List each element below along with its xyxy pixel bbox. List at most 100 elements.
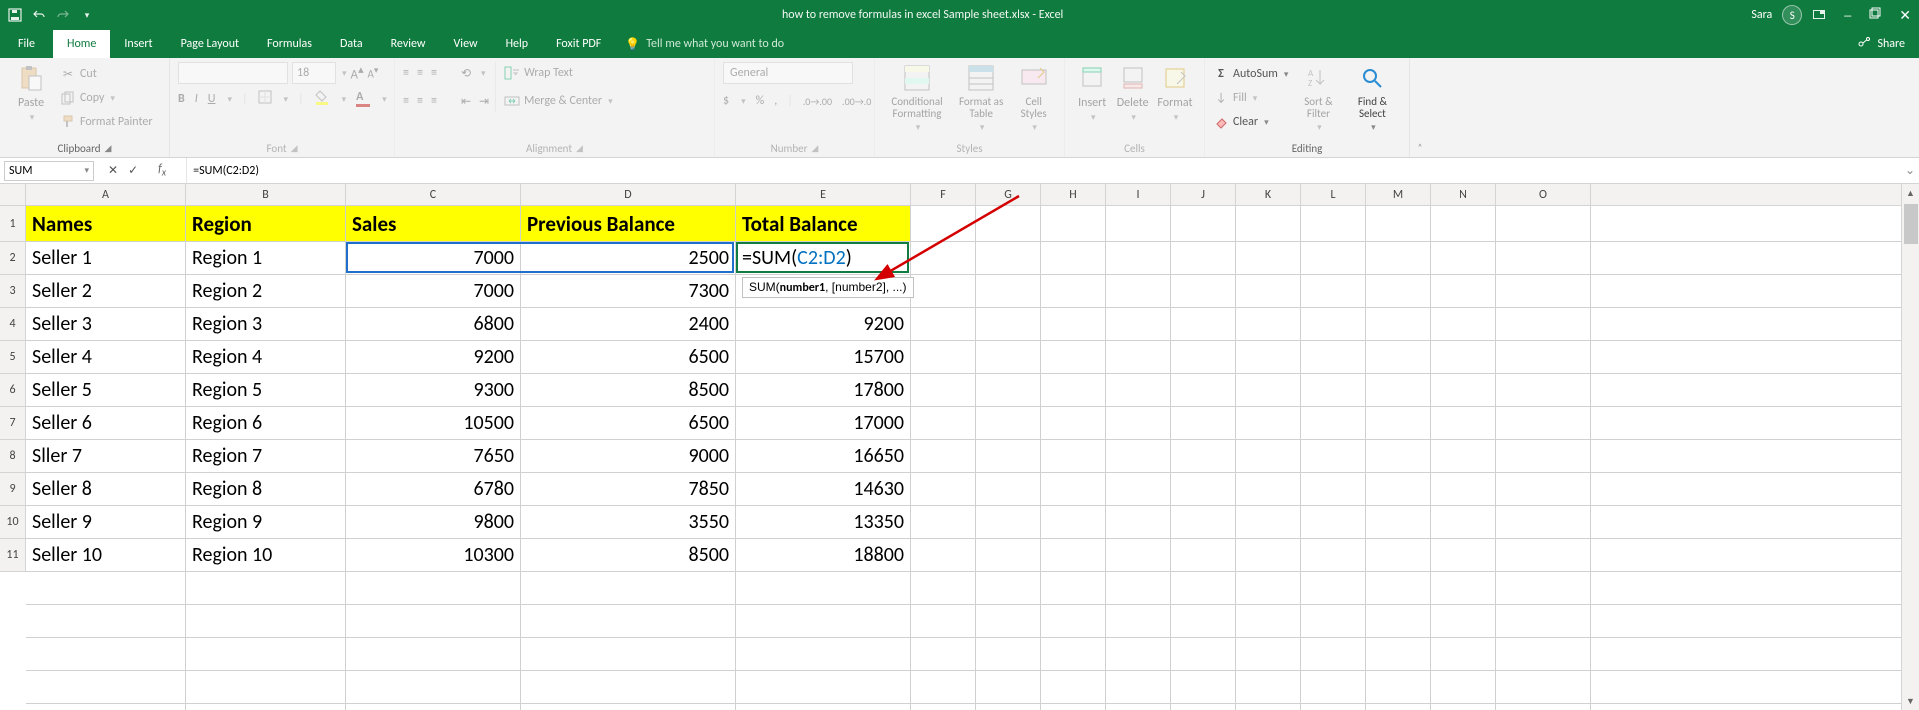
cell[interactable] — [911, 374, 976, 406]
cell[interactable] — [1431, 407, 1496, 439]
fill-button[interactable]: ↓Fill▾ — [1213, 87, 1288, 109]
cell[interactable] — [976, 638, 1041, 670]
cell[interactable] — [1496, 506, 1591, 538]
cell[interactable]: 10300 — [346, 539, 521, 571]
cell[interactable] — [1366, 704, 1431, 710]
cell[interactable] — [521, 572, 736, 604]
cell[interactable] — [976, 572, 1041, 604]
accounting-format-button[interactable]: $ — [723, 94, 729, 108]
cell[interactable] — [1301, 275, 1366, 307]
cell[interactable] — [1041, 242, 1106, 274]
cell[interactable] — [1301, 206, 1366, 241]
cell[interactable] — [1236, 473, 1301, 505]
cell[interactable] — [736, 572, 911, 604]
column-header[interactable]: N — [1431, 184, 1496, 205]
cell[interactable] — [911, 671, 976, 703]
cell[interactable] — [1041, 572, 1106, 604]
cell[interactable] — [1431, 704, 1496, 710]
cell[interactable]: 9200 — [736, 308, 911, 340]
cell[interactable] — [1041, 206, 1106, 241]
column-header[interactable]: L — [1301, 184, 1366, 205]
cell[interactable] — [1236, 506, 1301, 538]
cell[interactable] — [736, 704, 911, 710]
cell[interactable] — [1496, 242, 1591, 274]
cell[interactable] — [521, 704, 736, 710]
cell[interactable] — [1171, 473, 1236, 505]
cell-styles-button[interactable]: Cell Styles▾ — [1011, 62, 1056, 133]
cell[interactable]: 2400 — [521, 308, 736, 340]
tab-home[interactable]: Home — [53, 30, 110, 58]
cell[interactable]: 6500 — [521, 341, 736, 373]
tab-formulas[interactable]: Formulas — [253, 30, 326, 58]
number-dialog-launcher-icon[interactable]: ◢ — [811, 143, 818, 154]
cell[interactable] — [1366, 341, 1431, 373]
row-header[interactable]: 7 — [0, 407, 25, 440]
cell[interactable] — [911, 440, 976, 472]
tab-data[interactable]: Data — [326, 30, 377, 58]
tab-file[interactable]: File — [0, 30, 53, 58]
cell[interactable] — [1431, 638, 1496, 670]
cell[interactable] — [1366, 671, 1431, 703]
column-header[interactable]: M — [1366, 184, 1431, 205]
cell[interactable] — [976, 539, 1041, 571]
cell[interactable] — [1431, 275, 1496, 307]
cell[interactable]: 9200 — [346, 341, 521, 373]
cell[interactable] — [911, 242, 976, 274]
cell[interactable] — [911, 539, 976, 571]
cell[interactable] — [1496, 539, 1591, 571]
cell[interactable] — [1171, 308, 1236, 340]
maximize-icon[interactable] — [1869, 7, 1881, 24]
cell[interactable] — [1041, 308, 1106, 340]
cell[interactable]: 2500 — [521, 242, 736, 274]
column-header[interactable]: E — [736, 184, 911, 205]
cell[interactable] — [1171, 440, 1236, 472]
cell[interactable] — [1106, 671, 1171, 703]
cell[interactable] — [1041, 539, 1106, 571]
cell[interactable] — [1366, 275, 1431, 307]
cell[interactable] — [1236, 341, 1301, 373]
cell[interactable] — [1106, 407, 1171, 439]
qat-customize-icon[interactable]: ▾ — [80, 8, 94, 22]
redo-icon[interactable] — [56, 8, 70, 22]
column-header[interactable]: K — [1236, 184, 1301, 205]
cell[interactable] — [976, 206, 1041, 241]
cell[interactable] — [1236, 704, 1301, 710]
cell[interactable] — [1496, 704, 1591, 710]
cell[interactable] — [521, 605, 736, 637]
column-header[interactable]: F — [911, 184, 976, 205]
cell[interactable] — [1041, 275, 1106, 307]
cell[interactable] — [976, 440, 1041, 472]
cell[interactable]: 7300 — [521, 275, 736, 307]
decrease-indent-icon[interactable]: ⇤ — [461, 94, 471, 109]
format-as-table-button[interactable]: Format as Table▾ — [953, 62, 1009, 133]
cell[interactable]: 13350 — [736, 506, 911, 538]
cell[interactable] — [186, 572, 346, 604]
row-header[interactable]: 3 — [0, 275, 25, 308]
decrease-decimal-icon[interactable]: .00→.0 — [842, 95, 871, 108]
cell[interactable] — [1041, 638, 1106, 670]
cell[interactable]: Region 9 — [186, 506, 346, 538]
cell[interactable]: 15700 — [736, 341, 911, 373]
cell[interactable]: Seller 2 — [26, 275, 186, 307]
cell[interactable] — [1431, 605, 1496, 637]
cell[interactable] — [736, 671, 911, 703]
cell[interactable] — [1041, 671, 1106, 703]
cell[interactable]: Names — [26, 206, 186, 241]
cell[interactable] — [1366, 440, 1431, 472]
align-right-icon[interactable]: ≡ — [431, 94, 437, 108]
cell[interactable] — [1236, 407, 1301, 439]
italic-button[interactable]: I — [195, 92, 198, 106]
fx-icon[interactable]: fx — [148, 162, 176, 178]
undo-icon[interactable] — [32, 8, 46, 22]
cell[interactable] — [1301, 473, 1366, 505]
cell[interactable]: Seller 9 — [26, 506, 186, 538]
cell[interactable] — [1496, 440, 1591, 472]
column-header[interactable]: O — [1496, 184, 1591, 205]
cell[interactable] — [1171, 206, 1236, 241]
cell[interactable] — [1171, 341, 1236, 373]
cell[interactable] — [186, 638, 346, 670]
cell[interactable] — [1496, 638, 1591, 670]
align-left-icon[interactable]: ≡ — [403, 94, 409, 108]
cell[interactable] — [26, 671, 186, 703]
row-header[interactable]: 2 — [0, 242, 25, 275]
